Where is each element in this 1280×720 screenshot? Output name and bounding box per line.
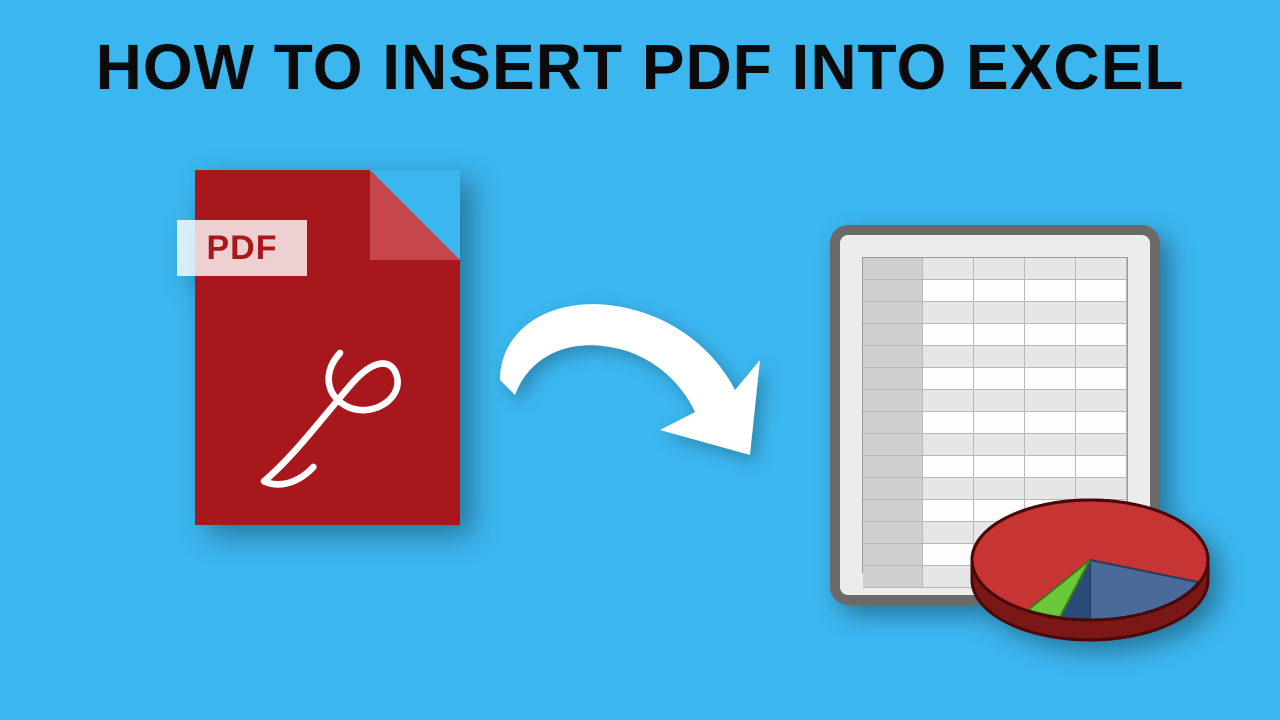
spreadsheet-cell <box>863 368 923 390</box>
spreadsheet-cell <box>974 324 1025 346</box>
spreadsheet-cell <box>923 280 974 302</box>
spreadsheet-cell <box>863 258 923 280</box>
spreadsheet-cell <box>863 478 923 500</box>
spreadsheet-cell <box>923 302 974 324</box>
spreadsheet-cell <box>863 412 923 434</box>
spreadsheet-cell <box>923 412 974 434</box>
spreadsheet-cell <box>863 566 923 588</box>
spreadsheet-cell <box>1076 324 1127 346</box>
spreadsheet-icon <box>830 225 1180 625</box>
spreadsheet-cell <box>863 280 923 302</box>
spreadsheet-cell <box>1025 434 1076 456</box>
spreadsheet-cell <box>974 390 1025 412</box>
spreadsheet-cell <box>974 412 1025 434</box>
pie-chart-icon <box>960 475 1220 655</box>
spreadsheet-cell <box>923 324 974 346</box>
pdf-badge: PDF <box>177 220 307 276</box>
adobe-swirl-icon <box>245 315 435 505</box>
spreadsheet-cell <box>1025 258 1076 280</box>
spreadsheet-cell <box>974 434 1025 456</box>
spreadsheet-cell <box>1025 390 1076 412</box>
spreadsheet-cell <box>923 368 974 390</box>
pdf-file-icon: PDF <box>195 170 460 525</box>
spreadsheet-cell <box>974 346 1025 368</box>
spreadsheet-cell <box>1025 346 1076 368</box>
spreadsheet-cell <box>1076 434 1127 456</box>
pdf-fold-corner <box>370 170 460 260</box>
spreadsheet-cell <box>863 522 923 544</box>
spreadsheet-cell <box>923 390 974 412</box>
spreadsheet-cell <box>863 456 923 478</box>
spreadsheet-cell <box>1076 302 1127 324</box>
spreadsheet-cell <box>923 434 974 456</box>
spreadsheet-cell <box>974 280 1025 302</box>
spreadsheet-cell <box>863 500 923 522</box>
spreadsheet-cell <box>1076 346 1127 368</box>
page-title: HOW TO INSERT PDF INTO EXCEL <box>96 30 1185 104</box>
spreadsheet-cell <box>923 346 974 368</box>
spreadsheet-cell <box>1076 258 1127 280</box>
spreadsheet-cell <box>863 544 923 566</box>
spreadsheet-cell <box>923 258 974 280</box>
spreadsheet-cell <box>974 302 1025 324</box>
spreadsheet-cell <box>974 368 1025 390</box>
spreadsheet-cell <box>1076 390 1127 412</box>
spreadsheet-cell <box>1025 324 1076 346</box>
spreadsheet-cell <box>1025 302 1076 324</box>
spreadsheet-cell <box>1025 368 1076 390</box>
spreadsheet-cell <box>1076 368 1127 390</box>
spreadsheet-cell <box>1025 280 1076 302</box>
spreadsheet-cell <box>863 302 923 324</box>
spreadsheet-cell <box>863 324 923 346</box>
spreadsheet-cell <box>1025 412 1076 434</box>
spreadsheet-cell <box>974 258 1025 280</box>
spreadsheet-cell <box>863 390 923 412</box>
arrow-right-icon <box>480 260 810 480</box>
spreadsheet-cell <box>863 434 923 456</box>
spreadsheet-cell <box>1076 412 1127 434</box>
spreadsheet-cell <box>863 346 923 368</box>
spreadsheet-cell <box>1076 280 1127 302</box>
